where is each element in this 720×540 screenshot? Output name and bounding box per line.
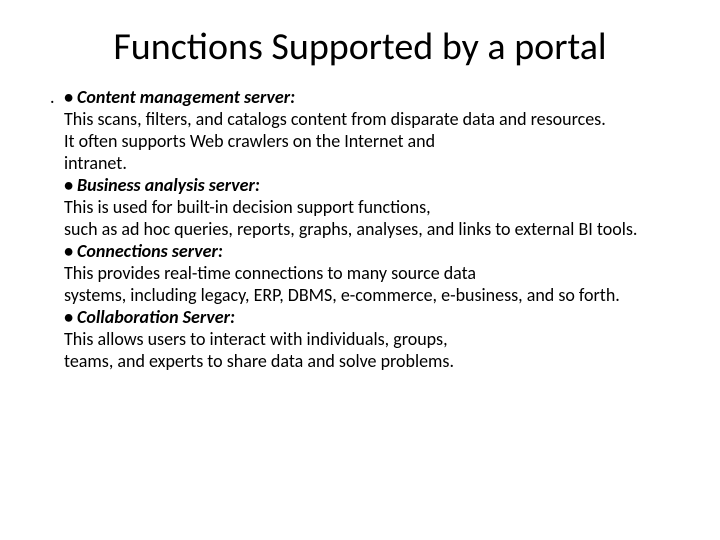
text-line: systems, including legacy, ERP, DBMS, e-… xyxy=(64,284,680,306)
text-line: This is used for built-in decision suppo… xyxy=(64,196,680,218)
text-line: This scans, filters, and catalogs conten… xyxy=(64,108,680,130)
heading-connections: • Connections server: xyxy=(64,240,680,262)
text-line: intranet. xyxy=(64,152,680,174)
text-line: It often supports Web crawlers on the In… xyxy=(64,130,680,152)
slide: Functions Supported by a portal . • Cont… xyxy=(0,0,720,540)
slide-title: Functions Supported by a portal xyxy=(40,24,680,70)
body-content: • Content management server: This scans,… xyxy=(64,86,680,372)
bullet-marker: . xyxy=(40,86,64,108)
heading-collaboration: • Collaboration Server: xyxy=(64,306,680,328)
text-line: This allows users to interact with indiv… xyxy=(64,328,680,350)
heading-content-mgmt: • Content management server: xyxy=(64,86,680,108)
text-line: teams, and experts to share data and sol… xyxy=(64,350,680,372)
text-line: such as ad hoc queries, reports, graphs,… xyxy=(64,218,680,240)
heading-business-analysis: • Business analysis server: xyxy=(64,174,680,196)
slide-body: . • Content management server: This scan… xyxy=(40,86,680,372)
text-line: This provides real-time connections to m… xyxy=(64,262,680,284)
